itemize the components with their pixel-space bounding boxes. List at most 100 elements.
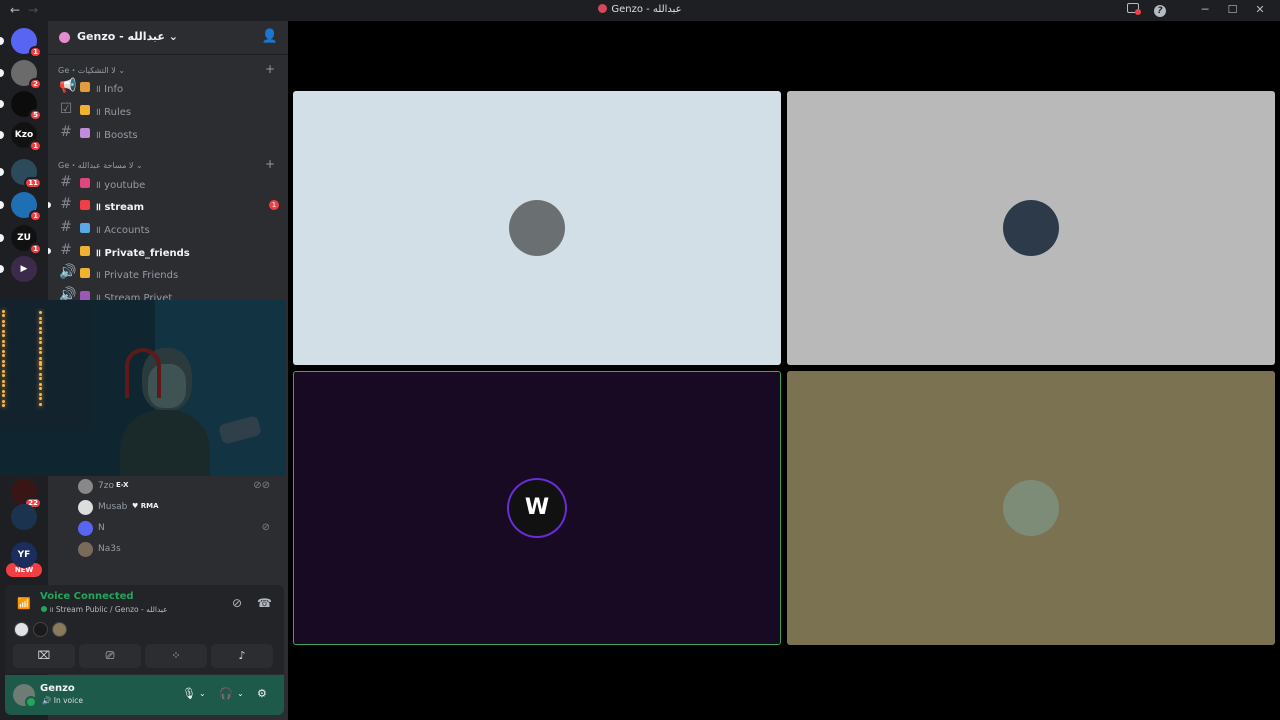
user-avatar — [78, 521, 93, 536]
channel-type-icon: # — [60, 219, 72, 235]
channel-item[interactable]: # ॥ youtube — [56, 173, 282, 193]
channel-emoji-icon — [80, 128, 90, 138]
mention-badge: 1 — [29, 140, 42, 152]
mention-badge: 1 — [29, 210, 42, 222]
server-icon-1[interactable]: 2 — [11, 60, 42, 90]
voice-channel-path-text: ॥ Stream Public / Genzo - عبدالله — [49, 605, 168, 614]
share-screen-button[interactable]: ⎚ — [79, 644, 141, 668]
channel-type-icon: ☑ — [59, 101, 73, 117]
mention-badge: 11 — [24, 177, 42, 189]
voice-user-name: Musab — [98, 502, 128, 512]
participant-avatar[interactable] — [52, 622, 67, 637]
disconnect-icon[interactable]: ☎ — [257, 596, 272, 610]
channel-emoji-icon — [80, 82, 90, 92]
channel-item[interactable]: 🔊 ॥ Private Friends — [56, 263, 282, 283]
voice-user[interactable]: N ⊘ — [78, 520, 278, 538]
server-glyph: ▶ — [11, 256, 37, 282]
maximize-button[interactable]: ☐ — [1221, 3, 1245, 16]
microphone-icon[interactable]: 🎙 — [182, 687, 196, 700]
headphones-icon[interactable]: 🎧 — [219, 687, 233, 700]
channel-emoji-icon — [80, 200, 90, 210]
share-screen-icon: ⎚ — [105, 649, 115, 662]
channel-label: ॥ youtube — [95, 180, 146, 191]
unread-indicator — [0, 265, 4, 273]
voice-user-name: Na3s — [98, 544, 121, 554]
server-icon-8[interactable]: 22 — [11, 479, 42, 509]
webcam-preview[interactable] — [0, 300, 285, 476]
server-icon-3[interactable]: Kzo 1 — [11, 122, 42, 152]
invite-people-icon[interactable]: 👤 — [262, 29, 278, 44]
server-icon-6[interactable]: ZU 1 — [11, 225, 42, 255]
unread-indicator — [0, 131, 4, 139]
category-header[interactable]: Ge・لا التشكيات ⌄ — [58, 65, 125, 76]
add-channel-icon[interactable]: + — [265, 157, 275, 171]
close-button[interactable]: ✕ — [1248, 3, 1272, 16]
mention-badge: 5 — [29, 109, 42, 121]
channel-label: ॥ Accounts — [95, 225, 150, 236]
server-icon-7[interactable]: ▶ — [11, 256, 37, 282]
unread-indicator — [0, 100, 4, 108]
channel-label: ॥ stream — [95, 202, 145, 213]
inbox-icon — [1126, 3, 1141, 15]
voice-connected-title[interactable]: Voice Connected — [40, 591, 134, 602]
user-name[interactable]: Genzo — [40, 683, 75, 694]
channel-type-icon: # — [60, 196, 72, 212]
video-tile[interactable] — [787, 371, 1275, 645]
unread-indicator — [0, 234, 4, 242]
chevron-down-icon[interactable]: ⌄ — [199, 689, 206, 698]
soundboard-icon: ♪ — [238, 649, 246, 662]
category-header[interactable]: Ge・لا مساحة عبدالله ⌄ — [58, 160, 143, 171]
channel-type-icon: # — [60, 174, 72, 190]
video-tile[interactable] — [293, 91, 781, 365]
connection-signal-icon[interactable]: 📶 — [17, 597, 31, 610]
unread-indicator — [0, 37, 4, 45]
help-button[interactable]: ? — [1148, 3, 1172, 17]
voice-user-name: N — [98, 523, 105, 533]
inbox-button[interactable] — [1121, 3, 1145, 16]
user-panel: Genzo 🔊 In voice 🎙 ⌄ 🎧 ⌄ ⚙ — [5, 675, 284, 715]
video-tile-speaking[interactable]: W — [293, 371, 781, 645]
channel-emoji-icon — [80, 268, 90, 278]
server-icon-9[interactable] — [11, 504, 37, 530]
voice-user[interactable]: 7zo E-X ⊘⊘ — [78, 478, 278, 496]
server-icon — [59, 32, 70, 43]
settings-gear-icon[interactable]: ⚙ — [257, 687, 267, 700]
voice-user[interactable]: Musab ♥ RMA — [78, 499, 278, 517]
minimize-button[interactable]: ─ — [1193, 3, 1217, 16]
channel-item[interactable]: # ॥ Boosts — [56, 123, 282, 143]
server-icon-4[interactable]: 11 — [11, 159, 42, 189]
server-glyph: YF — [11, 542, 37, 568]
user-status-text: In voice — [53, 696, 83, 705]
noise-suppression-icon[interactable]: ⊘ — [232, 596, 242, 610]
server-icon-2[interactable]: 5 — [11, 91, 42, 121]
server-glyph — [11, 504, 37, 530]
voice-channel-path[interactable]: ॥ Stream Public / Genzo - عبدالله — [41, 605, 168, 615]
user-avatar[interactable] — [13, 684, 37, 708]
channel-item[interactable]: # ॥ Private_friends — [48, 241, 282, 261]
server-icon-0[interactable]: 1 — [11, 28, 42, 58]
camera-button[interactable]: ⌧ — [13, 644, 75, 668]
channel-type-icon: # — [60, 242, 72, 258]
title-bar: ← → Genzo - عبدالله ? ─ ☐ ✕ — [0, 0, 1280, 21]
participant-avatar[interactable] — [33, 622, 48, 637]
unread-indicator — [48, 202, 51, 208]
channel-item[interactable]: ☑ ॥ Rules — [56, 100, 282, 120]
mention-badge: 2 — [29, 78, 42, 90]
video-tile[interactable] — [787, 91, 1275, 365]
help-icon: ? — [1154, 5, 1166, 17]
activities-button[interactable]: ⁘ — [145, 644, 207, 668]
voice-user[interactable]: Na3s — [78, 541, 278, 559]
voice-user-name: 7zo — [98, 481, 114, 491]
server-icon-5[interactable]: 1 — [11, 192, 42, 222]
channel-item[interactable]: # ॥ stream 1 — [48, 195, 282, 215]
participant-avatar — [509, 200, 565, 256]
add-channel-icon[interactable]: + — [265, 62, 275, 76]
soundboard-button[interactable]: ♪ — [211, 644, 273, 668]
chevron-down-icon[interactable]: ⌄ — [237, 689, 244, 698]
server-header[interactable]: Genzo - عبدالله ⌄ 👤 — [48, 21, 288, 55]
channel-item[interactable]: 📢 ॥ Info — [56, 77, 282, 97]
channel-item[interactable]: # ॥ Accounts — [56, 218, 282, 238]
server-icon-10[interactable]: YF — [11, 542, 37, 568]
user-avatar — [78, 479, 93, 494]
participant-avatar[interactable] — [14, 622, 29, 637]
